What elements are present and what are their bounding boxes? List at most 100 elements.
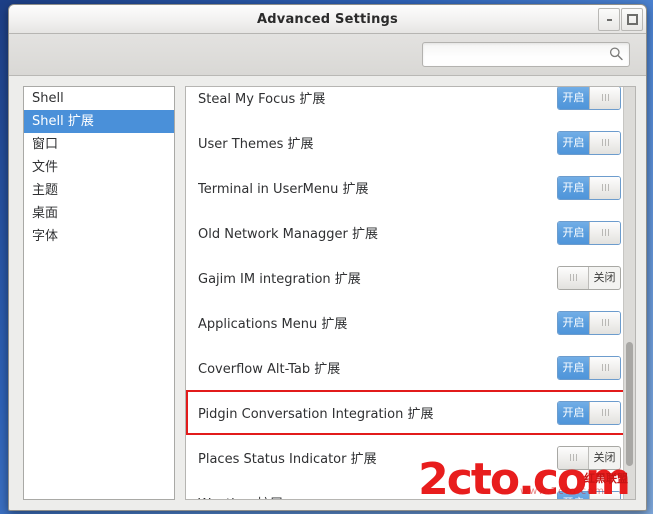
grip-line-icon — [605, 499, 606, 500]
extension-row: Weather 扩展开启 — [186, 480, 635, 500]
extension-row: Places Status Indicator 扩展 关闭 — [186, 435, 635, 480]
extension-row: Terminal in UserMenu 扩展 开启 — [186, 165, 635, 210]
toggle-state-label: 开启 — [558, 401, 589, 424]
toggle-handle[interactable] — [589, 311, 620, 334]
minimize-icon — [606, 18, 612, 21]
grip-line-icon — [601, 364, 603, 371]
grip-line-icon — [601, 94, 603, 101]
toggle-handle[interactable] — [589, 87, 620, 109]
toggle-handle[interactable] — [589, 176, 620, 199]
extension-row: User Themes 扩展 开启 — [186, 120, 635, 165]
toggle-state-label: 开启 — [558, 311, 589, 334]
grip-line-icon — [604, 94, 606, 101]
grip-line-icon — [601, 319, 603, 326]
grip-line-icon — [607, 409, 609, 416]
extension-name: Terminal in UserMenu 扩展 — [198, 182, 369, 197]
sidebar-item[interactable]: 窗口 — [24, 133, 174, 156]
search-box — [422, 42, 630, 67]
extensions-panel: Steal My Focus 扩展 开启 User Themes 扩展 开启 Termi… — [185, 86, 636, 500]
grip-line-icon — [572, 274, 574, 281]
grip-line-icon — [569, 274, 571, 281]
extension-toggle-switch[interactable]: 开启 — [557, 220, 621, 245]
extension-row: Applications Menu 扩展 开启 — [186, 300, 635, 345]
extension-row: Pidgin Conversation Integration 扩展 开启 — [186, 390, 635, 435]
maximize-icon — [626, 14, 638, 25]
sidebar-item[interactable]: 字体 — [24, 225, 174, 248]
toggle-state-label: 关闭 — [593, 271, 616, 284]
extension-name: Gajim IM integration 扩展 — [198, 272, 361, 287]
grip-line-icon — [604, 409, 606, 416]
grip-line-icon — [604, 229, 606, 236]
toggle-handle[interactable] — [589, 356, 620, 379]
sidebar-item-label: 窗口 — [32, 137, 59, 152]
extension-toggle-switch[interactable]: 开启 — [557, 400, 621, 425]
maximize-button[interactable] — [621, 8, 643, 31]
extension-toggle-switch[interactable]: 关闭 — [557, 265, 621, 290]
window-body: Shell Shell 扩展 窗口文件主题桌面字体 Steal My Focus 扩… — [9, 76, 646, 510]
toggle-state-label: 开启 — [558, 131, 589, 154]
extension-toggle-switch[interactable]: 开启 — [557, 175, 621, 200]
toggle-handle[interactable] — [589, 131, 620, 154]
extension-name: Applications Menu 扩展 — [198, 317, 348, 332]
grip-line-icon — [602, 499, 603, 500]
extensions-list: Steal My Focus 扩展 开启 User Themes 扩展 开启 Termi… — [186, 87, 635, 500]
grip-line-icon — [601, 229, 603, 236]
extension-toggle-switch[interactable]: 开启 — [557, 310, 621, 335]
vertical-scrollbar[interactable] — [623, 87, 635, 499]
advanced-settings-window: Advanced Settings Shell Shell 扩展 窗口文件主题桌面字… — [8, 4, 647, 511]
extension-name: User Themes 扩展 — [198, 137, 314, 152]
extension-toggle-switch[interactable]: 开启 — [557, 87, 621, 110]
extension-row: Old Network Managger 扩展 开启 — [186, 210, 635, 255]
search-input[interactable] — [422, 42, 630, 67]
sidebar-item[interactable]: 文件 — [24, 156, 174, 179]
grip-line-icon — [604, 139, 606, 146]
grip-line-icon — [604, 319, 606, 326]
grip-line-icon — [601, 184, 603, 191]
grip-line-icon — [608, 499, 609, 500]
sidebar-item[interactable]: Shell — [24, 87, 174, 110]
grip-line-icon — [607, 184, 609, 191]
sidebar-item-label: 字体 — [32, 229, 59, 244]
grip-line-icon — [607, 319, 609, 326]
extension-name: Weather 扩展 — [198, 493, 557, 499]
extension-toggle-switch[interactable]: 开启 — [557, 490, 621, 500]
grip-line-icon — [604, 184, 606, 191]
grip-line-icon — [572, 454, 574, 461]
grip-line-icon — [601, 409, 603, 416]
toggle-state-label: 开启 — [558, 221, 589, 244]
sidebar-item-label: 桌面 — [32, 206, 59, 221]
grip-line-icon — [601, 139, 603, 146]
toggle-state-label: 开启 — [558, 491, 589, 499]
grip-line-icon — [607, 94, 609, 101]
grip-line-icon — [607, 364, 609, 371]
window-controls — [598, 8, 643, 31]
sidebar-item[interactable]: 主题 — [24, 179, 174, 202]
toggle-state-label: 关闭 — [593, 451, 616, 464]
extension-name: Steal My Focus 扩展 — [198, 92, 326, 107]
toggle-handle[interactable] — [589, 491, 620, 500]
toggle-state-label: 开启 — [558, 356, 589, 379]
toggle-handle[interactable] — [558, 266, 589, 289]
sidebar-item[interactable]: 桌面 — [24, 202, 174, 225]
toggle-handle[interactable] — [558, 446, 589, 469]
extension-row: Steal My Focus 扩展 开启 — [186, 87, 635, 120]
sidebar-item[interactable]: Shell 扩展 — [24, 110, 174, 133]
minimize-button[interactable] — [598, 8, 620, 31]
toggle-handle[interactable] — [589, 221, 620, 244]
extension-toggle-switch[interactable]: 关闭 — [557, 445, 621, 470]
sidebar-item-label: 文件 — [32, 160, 59, 175]
extension-toggle-switch[interactable]: 开启 — [557, 355, 621, 380]
grip-line-icon — [607, 139, 609, 146]
grip-line-icon — [569, 454, 571, 461]
scrollbar-thumb[interactable] — [626, 342, 633, 467]
extension-row: Gajim IM integration 扩展 关闭 — [186, 255, 635, 300]
extension-toggle-switch[interactable]: 开启 — [557, 130, 621, 155]
toolbar — [9, 34, 646, 76]
sidebar-item-label: 主题 — [32, 183, 59, 198]
toggle-handle[interactable] — [589, 401, 620, 424]
sidebar-item-label: Shell 扩展 — [32, 114, 94, 129]
sidebar: Shell Shell 扩展 窗口文件主题桌面字体 — [23, 86, 175, 500]
grip-line-icon — [607, 229, 609, 236]
window-title: Advanced Settings — [257, 11, 398, 27]
extension-name: Old Network Managger 扩展 — [198, 227, 379, 242]
